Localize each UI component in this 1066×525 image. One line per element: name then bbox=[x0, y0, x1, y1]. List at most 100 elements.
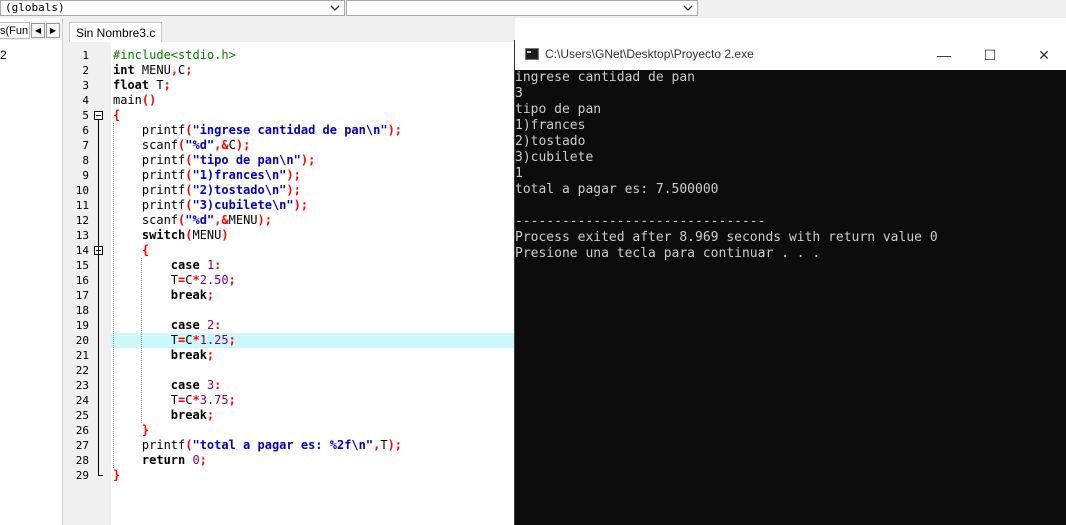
line-number: 28 bbox=[75, 454, 89, 467]
globals-combo[interactable]: (globals) bbox=[0, 0, 345, 16]
code-token: ; bbox=[206, 408, 215, 422]
code-token: break bbox=[113, 288, 207, 302]
code-area[interactable]: #include<stdio.h> int MENU, C; float T; main… bbox=[111, 42, 515, 525]
code-token: #include<stdio.h> bbox=[113, 48, 236, 62]
tab-scroll-left-button[interactable]: ◀ bbox=[31, 23, 45, 38]
maximize-button[interactable]: ☐ bbox=[967, 40, 1013, 70]
code-token: "%d" bbox=[185, 213, 215, 227]
code-token: ); bbox=[235, 138, 251, 152]
code-token: return bbox=[113, 453, 186, 467]
code-token: MENU bbox=[134, 63, 171, 77]
line-number: 21 bbox=[75, 349, 89, 362]
line-number: 5 bbox=[82, 109, 89, 122]
code-token: { bbox=[113, 108, 121, 122]
tab-sin-nombre3[interactable]: Sin Nombre3.c bbox=[69, 22, 163, 43]
code-token: printf bbox=[113, 438, 186, 452]
console-title-bar[interactable]: C:\Users\GNet\Desktop\Proyecto 2.exe — ☐… bbox=[515, 40, 1066, 70]
code-token: ); bbox=[257, 213, 272, 227]
code-token: float bbox=[113, 78, 150, 92]
fold-range-end bbox=[98, 475, 103, 476]
code-token: ; bbox=[228, 273, 236, 287]
code-token: ; bbox=[206, 348, 215, 362]
class-browser-tabs: s(Fun ◀ ▶ bbox=[0, 22, 62, 40]
code-token: { bbox=[113, 243, 150, 257]
code-token: ; bbox=[185, 63, 193, 77]
editor-tab-strip: Sin Nombre3.c bbox=[63, 18, 515, 43]
code-token: "ingrese cantidad de pan\n" bbox=[192, 123, 388, 137]
code-token: "3)cubilete\n" bbox=[192, 198, 294, 212]
code-token: case bbox=[113, 318, 200, 332]
close-button[interactable]: ✕ bbox=[1021, 40, 1066, 70]
line-number: 26 bbox=[75, 424, 89, 437]
code-token: switch bbox=[113, 228, 186, 242]
functions-combo[interactable] bbox=[346, 0, 698, 16]
line-number: 15 bbox=[75, 259, 89, 272]
console-window[interactable]: C:\Users\GNet\Desktop\Proyecto 2.exe — ☐… bbox=[514, 40, 1066, 525]
line-number: 16 bbox=[75, 274, 89, 287]
code-token: case bbox=[113, 258, 200, 272]
code-token: MENU bbox=[192, 228, 222, 242]
console-app-icon bbox=[525, 48, 539, 60]
line-number: 17 bbox=[75, 289, 89, 302]
console-title: C:\Users\GNet\Desktop\Proyecto 2.exe bbox=[545, 47, 754, 61]
line-number: 8 bbox=[82, 154, 89, 167]
line-number: 18 bbox=[75, 304, 89, 317]
code-token: printf bbox=[113, 198, 186, 212]
code-token: ; bbox=[228, 333, 236, 347]
code-token: } bbox=[113, 468, 121, 482]
code-token: "2)tostado\n" bbox=[192, 183, 287, 197]
code-token: case bbox=[113, 378, 200, 392]
code-token: printf bbox=[113, 123, 186, 137]
line-number: 3 bbox=[82, 79, 89, 92]
line-number: 14 bbox=[75, 244, 89, 257]
code-token: () bbox=[141, 93, 157, 107]
console-output-line: 2)tostado bbox=[515, 134, 586, 149]
code-token: ); bbox=[387, 438, 403, 452]
code-token: ); bbox=[286, 168, 301, 182]
line-number: 4 bbox=[82, 94, 89, 107]
code-token: C bbox=[185, 393, 193, 407]
line-number: 6 bbox=[82, 124, 89, 137]
indent-guide bbox=[113, 123, 114, 468]
code-token: * bbox=[192, 393, 200, 407]
code-token: MENU bbox=[228, 213, 258, 227]
line-number: 7 bbox=[82, 139, 89, 152]
tab-functions[interactable]: s(Fun bbox=[0, 22, 30, 39]
chevron-down-icon bbox=[330, 5, 340, 11]
code-token: T bbox=[113, 333, 179, 347]
code-token: T bbox=[149, 78, 164, 92]
code-token: "1)frances\n" bbox=[192, 168, 287, 182]
fold-range-line bbox=[98, 120, 99, 475]
chevron-down-icon bbox=[683, 5, 693, 11]
code-token: main bbox=[113, 93, 142, 107]
tab-scroll-right-button[interactable]: ▶ bbox=[46, 23, 60, 38]
line-number: 27 bbox=[75, 439, 89, 452]
code-token: : bbox=[214, 378, 222, 392]
code-token: T bbox=[113, 273, 179, 287]
minimize-button[interactable]: — bbox=[921, 40, 967, 70]
code-editor: Sin Nombre3.c 1 2 3 4 5 6 7 8 9 10 11 12 13 14 15 16 17 1… bbox=[63, 18, 515, 525]
code-token: printf bbox=[113, 153, 186, 167]
indent-guide bbox=[141, 258, 142, 423]
code-token: 1.25 bbox=[199, 333, 229, 347]
code-token: scanf bbox=[113, 213, 179, 227]
code-token: ) bbox=[221, 228, 229, 242]
code-token: : bbox=[214, 318, 222, 332]
line-number: 11 bbox=[75, 199, 89, 212]
code-token: } bbox=[113, 423, 150, 437]
fold-toggle-icon[interactable] bbox=[94, 111, 103, 120]
code-token: ; bbox=[163, 78, 171, 92]
console-output-line: total a pagar es: 7.500000 bbox=[515, 182, 719, 197]
code-token: T bbox=[113, 393, 179, 407]
code-token: 2.50 bbox=[199, 273, 229, 287]
code-token: "total a pagar es: %2f\n" bbox=[192, 438, 374, 452]
line-number: 25 bbox=[75, 409, 89, 422]
code-token: C bbox=[185, 273, 193, 287]
code-token: break bbox=[113, 408, 207, 422]
class-browser-pane: s(Fun ◀ ▶ 2 bbox=[0, 18, 63, 525]
code-token: ; bbox=[206, 288, 215, 302]
console-output-line: -------------------------------- bbox=[515, 214, 766, 229]
class-browser-item[interactable]: 2 bbox=[0, 48, 7, 62]
console-output-line: tipo de pan bbox=[515, 102, 602, 117]
